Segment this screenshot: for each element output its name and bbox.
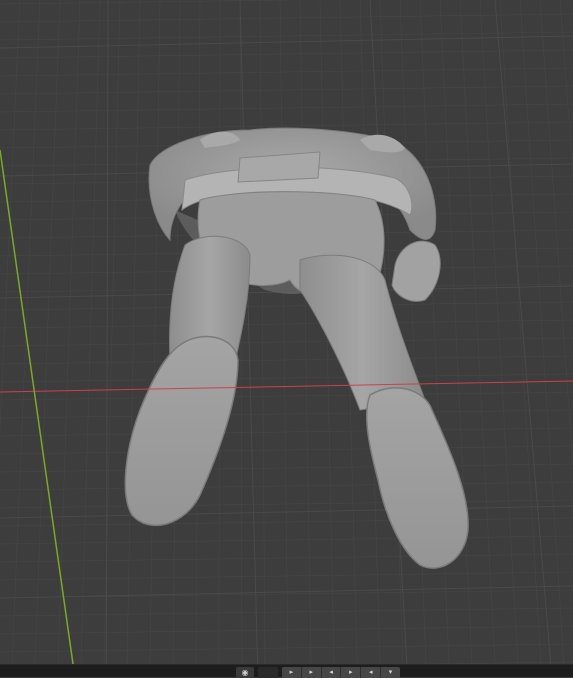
- tool-button-group: ▸ ▸ ◂ ▸ ◂ ▾: [282, 667, 400, 678]
- transform-icon[interactable]: ▾: [381, 667, 400, 678]
- viewport-toolbar: ◉ ▸ ▸ ◂ ▸ ◂ ▾: [0, 664, 573, 678]
- y-axis-line: [0, 149, 74, 664]
- 3d-viewport[interactable]: [0, 0, 573, 664]
- rotate-icon[interactable]: ▸: [341, 667, 362, 678]
- arrow-icon[interactable]: ▸: [302, 667, 322, 678]
- camera-icon[interactable]: ◉: [236, 667, 254, 678]
- x-axis-line: [0, 380, 573, 393]
- move-icon[interactable]: ◂: [322, 667, 342, 678]
- arrow-icon[interactable]: ▸: [282, 667, 302, 678]
- scale-icon[interactable]: ◂: [361, 667, 382, 678]
- axis-lines: [0, 149, 573, 664]
- overlay-toggle-icon[interactable]: [258, 667, 278, 678]
